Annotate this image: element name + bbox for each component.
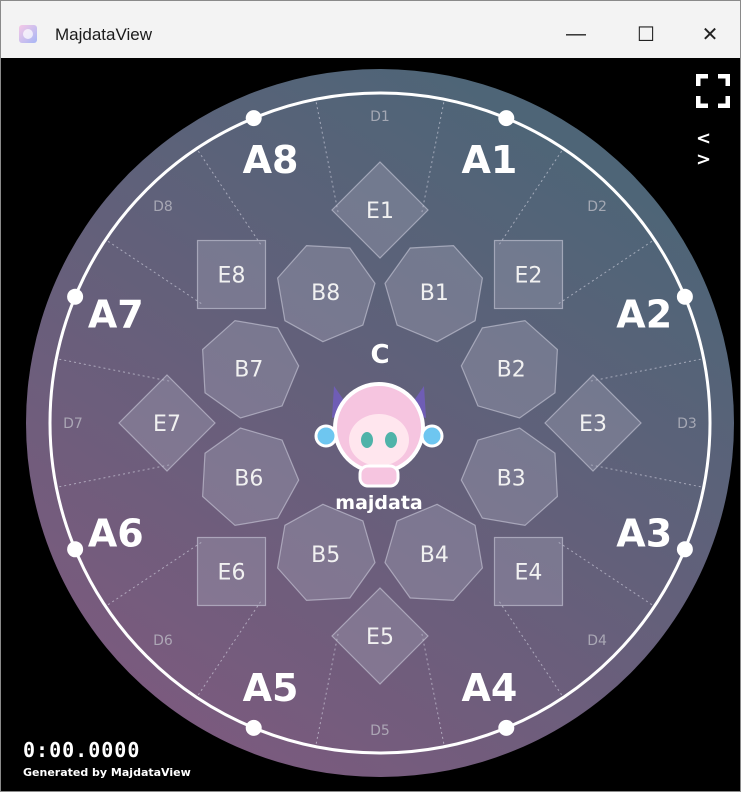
navigate-arrows-icon[interactable]: < > — [696, 128, 732, 170]
ring-dot — [67, 288, 84, 305]
sensor-label-d6: D6 — [153, 633, 173, 649]
sensor-label-a7: A7 — [88, 293, 144, 337]
sensor-label-e8: E8 — [218, 264, 246, 289]
ring-dot — [245, 719, 262, 736]
sensor-label-a1: A1 — [462, 138, 518, 182]
majdataview-window: MajdataView — ☐ ✕ B1 B2 B3 B4 B5 B6 B7 B8 E1 E2 E3… — [0, 0, 741, 792]
sensor-label-e5: E5 — [366, 625, 394, 650]
title-bar[interactable]: MajdataView — ☐ ✕ — [1, 1, 740, 59]
sensor-label-d2: D2 — [587, 199, 607, 215]
sensor-label-d3: D3 — [677, 416, 697, 432]
sensor-label-d7: D7 — [63, 416, 83, 432]
ring-dot — [676, 288, 693, 305]
sensor-label-b3: B3 — [497, 466, 526, 491]
ring-dot — [245, 110, 262, 127]
sensor-label-d5: D5 — [370, 723, 390, 739]
fullscreen-icon[interactable] — [696, 74, 730, 108]
sensor-label-b2: B2 — [497, 358, 526, 383]
ring-dot — [67, 541, 84, 558]
maximize-button[interactable]: ☐ — [611, 11, 681, 57]
sensor-label-a6: A6 — [88, 511, 144, 555]
sensor-label-a4: A4 — [462, 666, 518, 710]
minimize-button[interactable]: — — [541, 11, 611, 57]
sensor-label-e3: E3 — [579, 412, 607, 437]
time-readout: 0:00.0000 — [23, 738, 141, 762]
sensor-label-d4: D4 — [587, 633, 607, 649]
app-icon — [19, 25, 37, 43]
sensor-label-e4: E4 — [515, 560, 543, 585]
sensor-label-e2: E2 — [515, 264, 543, 289]
sensor-label-a3: A3 — [616, 511, 672, 555]
sensor-label-b4: B4 — [420, 543, 449, 568]
logo-text: majdata — [335, 492, 423, 514]
sensor-label-a5: A5 — [243, 666, 299, 710]
window-title: MajdataView — [55, 25, 153, 44]
sensor-label-b7: B7 — [234, 358, 263, 383]
sensor-label-d8: D8 — [153, 199, 173, 215]
sensor-label-e7: E7 — [153, 412, 181, 437]
credit-text: Generated by MajdataView — [23, 766, 191, 779]
sensor-label-e1: E1 — [366, 199, 394, 224]
ring-dot — [676, 541, 693, 558]
sensor-label-b1: B1 — [420, 281, 449, 306]
view-stage[interactable]: B1 B2 B3 B4 B5 B6 B7 B8 E1 E2 E3 E4 E5 E6 E7 E8 A1 A2 A3 A4… — [1, 58, 740, 791]
sensor-label-b6: B6 — [234, 466, 263, 491]
ring-dot — [498, 110, 515, 127]
sensor-label-a2: A2 — [616, 293, 672, 337]
sensor-label-e6: E6 — [218, 560, 246, 585]
ring-dot — [498, 719, 515, 736]
sensor-label-d1: D1 — [370, 109, 390, 125]
close-button[interactable]: ✕ — [675, 11, 740, 57]
sensor-label-a8: A8 — [243, 138, 299, 182]
sensor-label-b8: B8 — [311, 281, 340, 306]
sensor-label-b5: B5 — [311, 543, 340, 568]
